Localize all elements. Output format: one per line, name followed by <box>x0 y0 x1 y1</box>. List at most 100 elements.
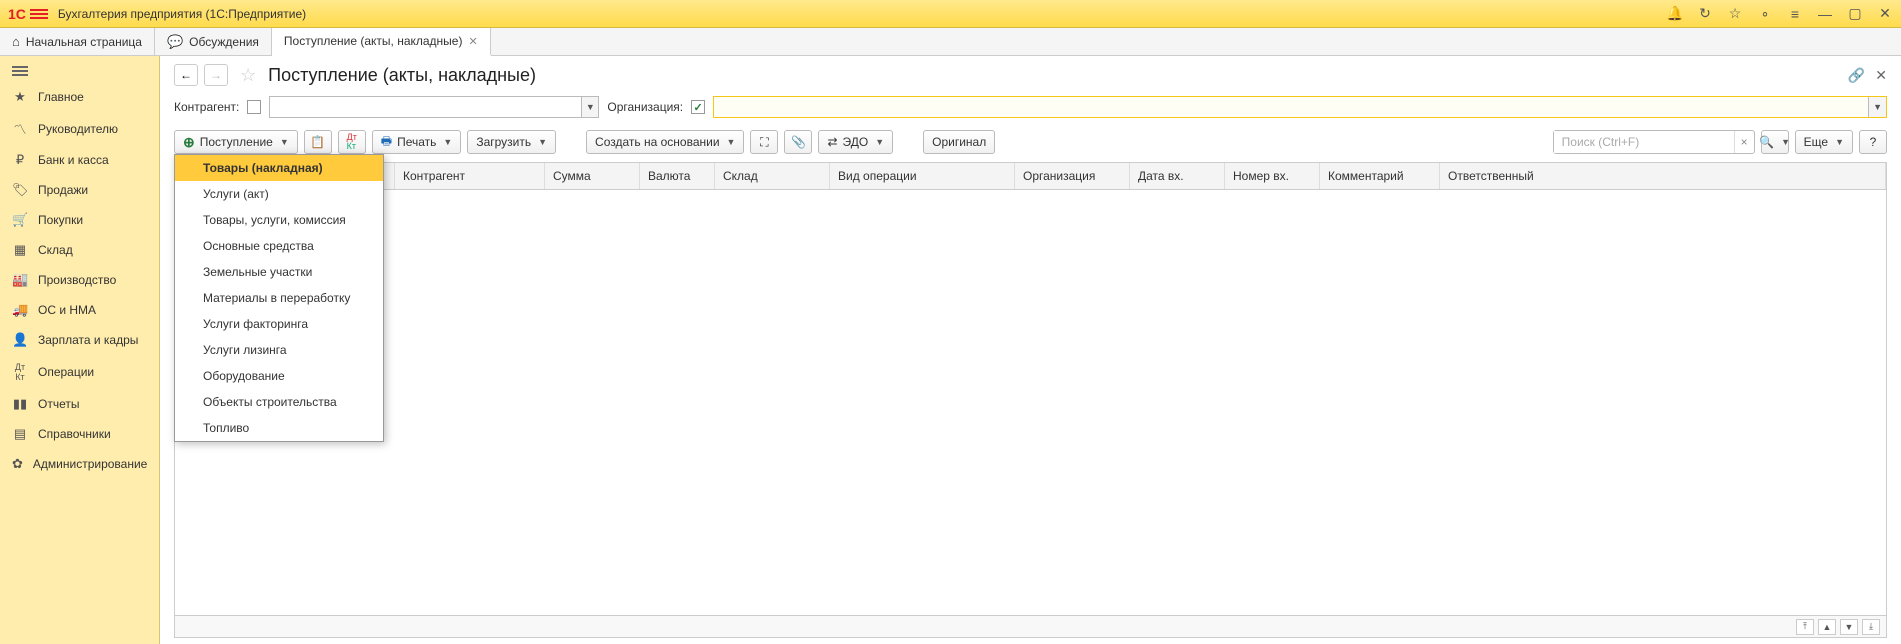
search-icon: 🔍 <box>1759 135 1774 149</box>
dropdown-item-oborud[interactable]: Оборудование <box>175 363 383 389</box>
tab-discussions[interactable]: 💬 Обсуждения <box>155 28 272 55</box>
col-vid[interactable]: Вид операции <box>830 163 1015 189</box>
dropdown-item-lizing[interactable]: Услуги лизинга <box>175 337 383 363</box>
back-button[interactable]: ← <box>174 64 198 86</box>
dropdown-item-factoring[interactable]: Услуги факторинга <box>175 311 383 337</box>
col-numvx[interactable]: Номер вх. <box>1225 163 1320 189</box>
kontragent-combo[interactable]: ▼ <box>269 96 599 118</box>
favorite-star-icon[interactable]: ☆ <box>240 65 256 86</box>
create-based-button[interactable]: Создать на основании ▼ <box>586 130 744 154</box>
search-button[interactable]: 🔍 ▼ <box>1761 130 1789 154</box>
sidebar-item-admin[interactable]: ✿Администрирование <box>0 449 159 479</box>
button-label: Поступление <box>200 135 273 149</box>
col-datevx[interactable]: Дата вх. <box>1130 163 1225 189</box>
copy-button[interactable]: 📋 <box>304 130 332 154</box>
dtkt-button[interactable]: ДтКт <box>338 130 366 154</box>
col-sklad[interactable]: Склад <box>715 163 830 189</box>
col-comment[interactable]: Комментарий <box>1320 163 1440 189</box>
sidebar-item-label: Отчеты <box>38 397 79 411</box>
original-button[interactable]: Оригинал <box>923 130 995 154</box>
link-icon[interactable]: 🔗 <box>1848 67 1865 84</box>
cart-icon: 🛒 <box>12 212 28 228</box>
sidebar-item-label: Покупки <box>38 213 83 227</box>
clear-search-icon[interactable]: × <box>1734 131 1754 153</box>
dropdown-item-objekty[interactable]: Объекты строительства <box>175 389 383 415</box>
chart-icon: 〽 <box>12 119 28 138</box>
home-icon: ⌂ <box>12 34 20 49</box>
sidebar-item-label: Зарплата и кадры <box>38 333 138 347</box>
sidebar-item-bank[interactable]: ₽Банк и касса <box>0 145 159 175</box>
dropdown-item-tovary[interactable]: Товары (накладная) <box>175 155 383 181</box>
org-combo[interactable]: ▼ <box>713 96 1887 118</box>
maximize-icon[interactable]: ▢ <box>1847 6 1863 22</box>
chevron-down-icon: ▼ <box>538 137 547 147</box>
col-org[interactable]: Организация <box>1015 163 1130 189</box>
sidebar-item-purchases[interactable]: 🛒 Покупки <box>0 205 159 235</box>
more-button[interactable]: Еще ▼ <box>1795 130 1853 154</box>
org-input[interactable] <box>714 97 1868 117</box>
close-tab-icon[interactable]: ✕ <box>468 35 477 48</box>
sidebar-item-main[interactable]: ★Главное <box>0 82 159 112</box>
dropdown-item-zemelnye[interactable]: Земельные участки <box>175 259 383 285</box>
sidebar-item-references[interactable]: ▤Справочники <box>0 419 159 449</box>
bell-icon[interactable]: 🔔 <box>1667 6 1683 22</box>
table-last-icon[interactable]: ⤓ <box>1862 619 1880 635</box>
search-input[interactable] <box>1554 131 1734 153</box>
star-icon[interactable]: ☆ <box>1727 6 1743 22</box>
help-button[interactable]: ? <box>1859 130 1887 154</box>
history-icon[interactable]: ↻ <box>1697 6 1713 22</box>
sidebar-item-operations[interactable]: ДтКтОперации <box>0 355 159 389</box>
filter-row: Контрагент: ▼ Организация: ▼ <box>160 92 1901 126</box>
sidebar-item-assets[interactable]: 🚚ОС и НМА <box>0 295 159 325</box>
kontragent-checkbox[interactable] <box>247 100 261 114</box>
relations-button[interactable]: ⛶ <box>750 130 778 154</box>
dropdown-item-toplivo[interactable]: Топливо <box>175 415 383 441</box>
sidebar-item-reports[interactable]: ▮▮Отчеты <box>0 389 159 419</box>
tab-home[interactable]: ⌂ Начальная страница <box>0 28 155 55</box>
close-page-icon[interactable]: ✕ <box>1875 67 1887 84</box>
button-label: Оригинал <box>932 135 986 149</box>
postuplenie-button[interactable]: ⊕ Поступление ▼ <box>174 130 298 154</box>
dropdown-item-uslugi[interactable]: Услуги (акт) <box>175 181 383 207</box>
edo-button[interactable]: ⇄ ЭДО ▼ <box>818 130 893 154</box>
dropdown-item-osnovnye[interactable]: Основные средства <box>175 233 383 259</box>
close-window-icon[interactable]: ✕ <box>1877 6 1893 22</box>
app-title: Бухгалтерия предприятия (1С:Предприятие) <box>58 7 306 21</box>
load-button[interactable]: Загрузить ▼ <box>467 130 556 154</box>
table-first-icon[interactable]: ⤒ <box>1796 619 1814 635</box>
col-valuta[interactable]: Валюта <box>640 163 715 189</box>
col-kontragent[interactable]: Контрагент <box>395 163 545 189</box>
minimize-icon[interactable]: — <box>1817 6 1833 22</box>
col-sum[interactable]: Сумма <box>545 163 640 189</box>
forward-button[interactable]: → <box>204 64 228 86</box>
chevron-down-icon: ▼ <box>875 137 884 147</box>
attach-button[interactable]: 📎 <box>784 130 812 154</box>
search-box[interactable]: × <box>1553 130 1755 154</box>
org-checkbox[interactable] <box>691 100 705 114</box>
main-content: ← → ☆ Поступление (акты, накладные) 🔗 ✕ … <box>160 56 1901 644</box>
table-up-icon[interactable]: ▲ <box>1818 619 1836 635</box>
sidebar-item-salary[interactable]: 👤Зарплата и кадры <box>0 325 159 355</box>
tab-label: Начальная страница <box>26 35 142 49</box>
menu-lines-icon[interactable]: ≡ <box>1787 6 1803 22</box>
sidebar-item-warehouse[interactable]: ▦Склад <box>0 235 159 265</box>
sidebar-item-manager[interactable]: 〽Руководителю <box>0 112 159 145</box>
dropdown-item-materialy[interactable]: Материалы в переработку <box>175 285 383 311</box>
main-menu-icon[interactable] <box>30 9 48 19</box>
sidebar-item-sales[interactable]: 🏷Продажи <box>0 175 159 205</box>
chevron-down-icon: ▼ <box>1835 137 1844 147</box>
col-otv[interactable]: Ответственный <box>1440 163 1886 189</box>
factory-icon: 🏭 <box>12 272 28 288</box>
dot-icon[interactable]: ∘ <box>1757 6 1773 22</box>
sidebar-item-production[interactable]: 🏭Производство <box>0 265 159 295</box>
tab-postuplenie[interactable]: Поступление (акты, накладные) ✕ <box>272 28 491 56</box>
sidebar-toggle[interactable] <box>0 60 159 82</box>
grid-icon: ▦ <box>12 242 28 258</box>
chevron-down-icon[interactable]: ▼ <box>581 97 598 117</box>
sidebar-item-label: Главное <box>38 90 84 104</box>
dropdown-item-tovary-uslugi[interactable]: Товары, услуги, комиссия <box>175 207 383 233</box>
chevron-down-icon[interactable]: ▼ <box>1868 97 1886 117</box>
kontragent-input[interactable] <box>270 97 581 117</box>
print-button[interactable]: 🖶 Печать ▼ <box>372 130 462 154</box>
table-down-icon[interactable]: ▼ <box>1840 619 1858 635</box>
